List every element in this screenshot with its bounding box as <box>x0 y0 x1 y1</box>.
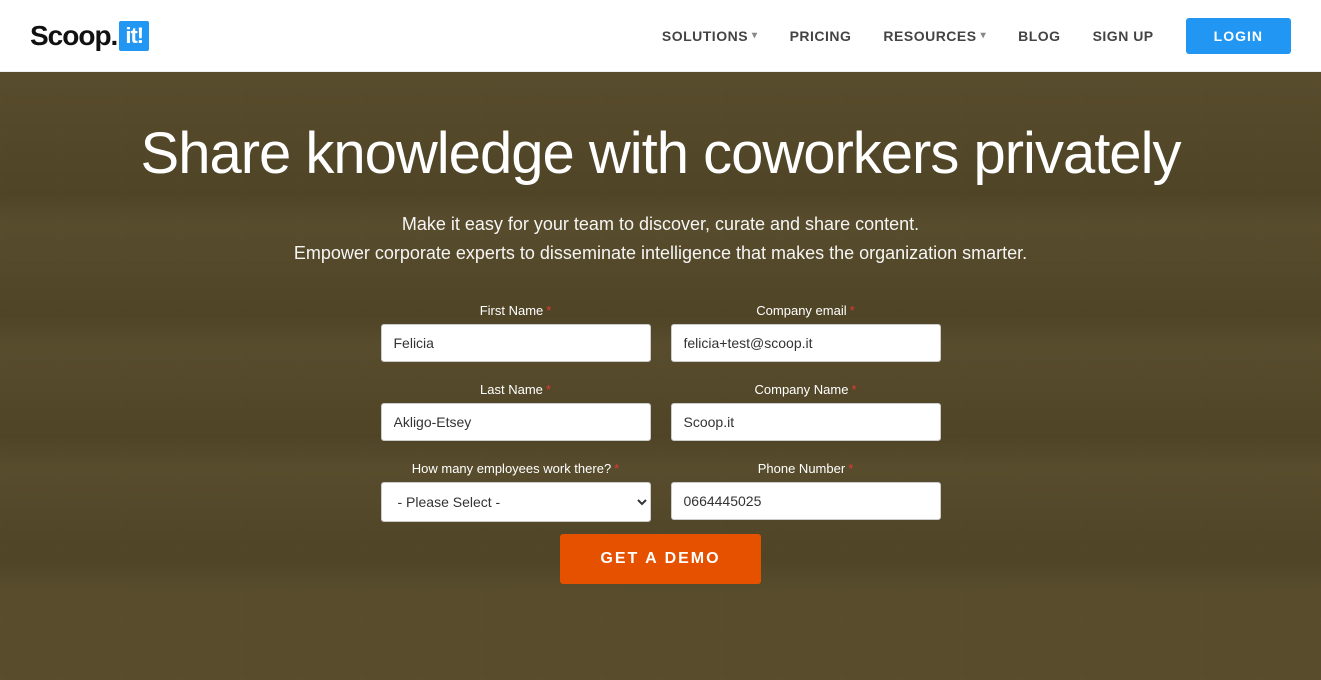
company-name-required: * <box>851 382 856 397</box>
employees-required: * <box>614 461 619 476</box>
nav-solutions-label: SOLUTIONS <box>662 28 748 44</box>
main-nav: SOLUTIONS ▾ PRICING RESOURCES ▾ BLOG SIG… <box>662 18 1291 54</box>
last-name-group: Last Name* <box>381 382 651 441</box>
logo[interactable]: Scoop.it! <box>30 20 149 52</box>
first-name-group: First Name* <box>381 303 651 362</box>
signup-form: First Name* Company email* Last Name* <box>371 303 951 522</box>
nav-resources-label: RESOURCES <box>883 28 976 44</box>
hero-subtitle-line2: Empower corporate experts to disseminate… <box>294 243 1027 263</box>
nav-resources-arrow: ▾ <box>981 30 987 41</box>
nav-solutions-arrow: ▾ <box>752 30 758 41</box>
nav-pricing-label: PRICING <box>790 28 852 44</box>
phone-input[interactable] <box>671 482 941 520</box>
nav-signup[interactable]: SIGN UP <box>1093 28 1154 44</box>
first-name-required: * <box>546 303 551 318</box>
last-name-label: Last Name* <box>381 382 651 397</box>
hero-subtitle: Make it easy for your team to discover, … <box>0 210 1321 268</box>
first-name-input[interactable] <box>381 324 651 362</box>
company-name-input[interactable] <box>671 403 941 441</box>
employees-select[interactable]: - Please Select - 1-10 11-50 51-200 201-… <box>381 482 651 522</box>
company-email-input[interactable] <box>671 324 941 362</box>
login-button[interactable]: LOGIN <box>1186 18 1291 54</box>
employees-label: How many employees work there?* <box>381 461 651 476</box>
hero-section: Share knowledge with coworkers privately… <box>0 72 1321 680</box>
last-name-input[interactable] <box>381 403 651 441</box>
phone-group: Phone Number* <box>671 461 941 522</box>
header: Scoop.it! SOLUTIONS ▾ PRICING RESOURCES … <box>0 0 1321 72</box>
logo-it-text: it! <box>119 21 149 51</box>
nav-pricing[interactable]: PRICING <box>790 28 852 44</box>
nav-resources[interactable]: RESOURCES ▾ <box>883 28 986 44</box>
nav-solutions[interactable]: SOLUTIONS ▾ <box>662 28 758 44</box>
nav-signup-label: SIGN UP <box>1093 28 1154 44</box>
last-name-required: * <box>546 382 551 397</box>
logo-scoop-text: Scoop. <box>30 20 117 52</box>
get-demo-button[interactable]: GET A DEMO <box>560 534 760 584</box>
employees-group: How many employees work there?* - Please… <box>381 461 651 522</box>
company-name-label: Company Name* <box>671 382 941 397</box>
first-name-label: First Name* <box>381 303 651 318</box>
company-email-label: Company email* <box>671 303 941 318</box>
phone-label: Phone Number* <box>671 461 941 476</box>
company-name-group: Company Name* <box>671 382 941 441</box>
hero-content: Share knowledge with coworkers privately… <box>0 72 1321 584</box>
company-email-required: * <box>850 303 855 318</box>
hero-subtitle-line1: Make it easy for your team to discover, … <box>402 214 919 234</box>
hero-title: Share knowledge with coworkers privately <box>61 122 1261 186</box>
nav-blog-label: BLOG <box>1018 28 1060 44</box>
nav-blog[interactable]: BLOG <box>1018 28 1060 44</box>
phone-required: * <box>848 461 853 476</box>
company-email-group: Company email* <box>671 303 941 362</box>
